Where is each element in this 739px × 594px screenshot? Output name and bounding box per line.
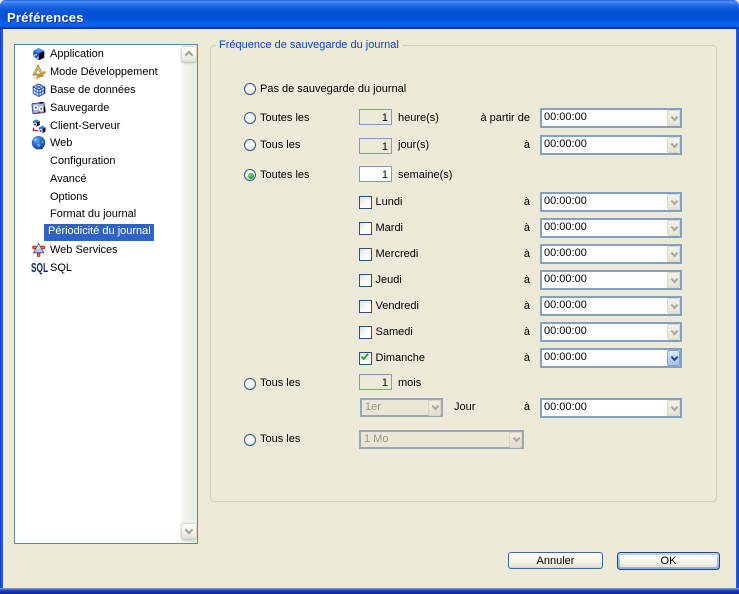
svg-text:SQL: SQL (31, 261, 48, 275)
